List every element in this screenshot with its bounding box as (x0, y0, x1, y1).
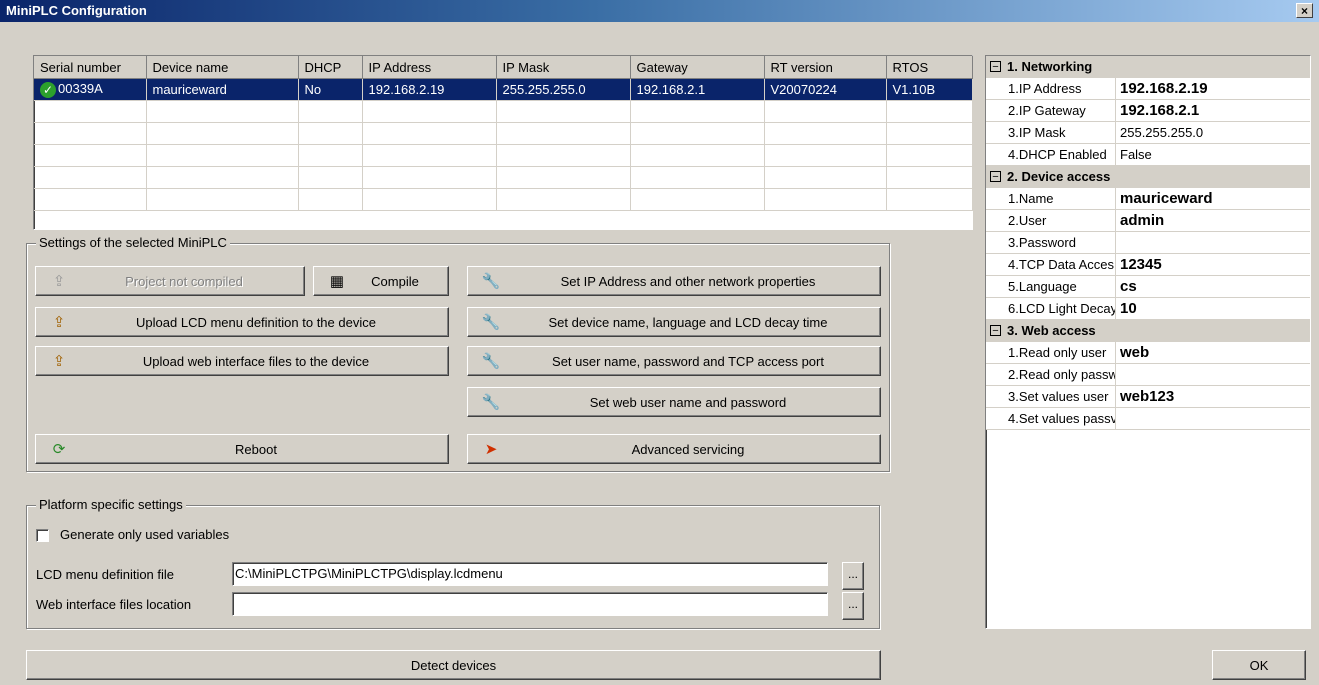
cell-dhcp: No (298, 78, 363, 101)
lcd-file-label: LCD menu definition file (36, 567, 175, 582)
serial-value: 00339A (58, 81, 103, 97)
prop-lcd-decay[interactable]: 6.LCD Light Decay 10 (986, 298, 1310, 320)
col-ip-address[interactable]: IP Address (362, 56, 497, 79)
lcd-file-input[interactable]: C:\MiniPLCTPG\MiniPLCTPG\display.lcdmenu (232, 562, 828, 586)
advanced-servicing-button[interactable]: ➤ Advanced servicing (467, 434, 881, 464)
table-row (34, 100, 973, 123)
detect-devices-button[interactable]: Detect devices (26, 650, 881, 680)
advanced-icon: ➤ (484, 441, 498, 458)
cell-rtos: V1.10B (886, 78, 973, 101)
col-rtos[interactable]: RTOS (886, 56, 973, 79)
col-dhcp[interactable]: DHCP (298, 56, 363, 79)
prop-ro-user[interactable]: 1.Read only user web (986, 342, 1310, 364)
cell-rt: V20070224 (764, 78, 887, 101)
prop-sv-user[interactable]: 3.Set values user web123 (986, 386, 1310, 408)
upload-lcd-button[interactable]: ⇪ Upload LCD menu definition to the devi… (35, 307, 449, 337)
compile-button[interactable]: ▦ Compile (313, 266, 449, 296)
col-serial[interactable]: Serial number (34, 56, 147, 79)
wrench-icon: 🔧 (481, 314, 501, 331)
close-button[interactable]: × (1296, 3, 1313, 18)
category-web-access[interactable]: −3. Web access (986, 320, 1310, 342)
web-location-input[interactable] (232, 592, 828, 616)
cell-gateway: 192.168.2.1 (630, 78, 765, 101)
generate-used-checkbox[interactable] (36, 529, 49, 542)
web-browse-button[interactable]: ... (842, 592, 864, 620)
wrench-icon: 🔧 (481, 394, 501, 411)
settings-legend: Settings of the selected MiniPLC (36, 235, 230, 250)
prop-user[interactable]: 2.User admin (986, 210, 1310, 232)
upload-icon: ⇪ (52, 273, 66, 290)
prop-sv-password[interactable]: 4.Set values passv (986, 408, 1310, 430)
upload-icon: ⇪ (52, 353, 66, 370)
check-ok-icon: ✓ (40, 81, 56, 98)
table-header: Serial number Device name DHCP IP Addres… (34, 56, 973, 79)
cell-device-name: mauriceward (146, 78, 299, 101)
compile-icon: ▦ (329, 273, 345, 290)
cell-serial: ✓ 00339A (34, 78, 147, 101)
wrench-icon: 🔧 (481, 273, 501, 290)
prop-ro-password[interactable]: 2.Read only passw (986, 364, 1310, 386)
table-row (34, 122, 973, 145)
project-not-compiled-button: ⇪ Project not compiled (35, 266, 305, 296)
table-row[interactable]: ✓ 00339A mauriceward No 192.168.2.19 255.… (34, 78, 973, 101)
table-row (34, 166, 973, 189)
col-rt-version[interactable]: RT version (764, 56, 887, 79)
set-user-button[interactable]: 🔧 Set user name, password and TCP access… (467, 346, 881, 376)
prop-ip-mask[interactable]: 3.IP Mask 255.255.255.0 (986, 122, 1310, 144)
set-device-name-button[interactable]: 🔧 Set device name, language and LCD deca… (467, 307, 881, 337)
upload-icon: ⇪ (52, 314, 66, 331)
set-web-user-button[interactable]: 🔧 Set web user name and password (467, 387, 881, 417)
prop-password[interactable]: 3.Password (986, 232, 1310, 254)
col-ip-mask[interactable]: IP Mask (496, 56, 631, 79)
generate-used-label: Generate only used variables (60, 527, 230, 542)
collapse-icon[interactable]: − (990, 171, 1001, 183)
reboot-icon: ⟳ (52, 441, 66, 458)
config-window: MiniPLC Configuration × Serial number De… (0, 0, 1319, 685)
table-row (34, 188, 973, 211)
prop-dhcp[interactable]: 4.DHCP Enabled False (986, 144, 1310, 166)
category-networking[interactable]: −1. Networking (986, 56, 1310, 78)
col-gateway[interactable]: Gateway (630, 56, 765, 79)
property-grid[interactable]: −1. Networking 1.IP Address 192.168.2.19 … (985, 55, 1311, 629)
table-row (34, 144, 973, 167)
lcd-browse-button[interactable]: ... (842, 562, 864, 590)
wrench-icon: 🔧 (481, 353, 501, 370)
col-device-name[interactable]: Device name (146, 56, 299, 79)
prop-tcp-port[interactable]: 4.TCP Data Acces 12345 (986, 254, 1310, 276)
set-ip-button[interactable]: 🔧 Set IP Address and other network prope… (467, 266, 881, 296)
collapse-icon[interactable]: − (990, 61, 1001, 73)
category-device-access[interactable]: −2. Device access (986, 166, 1310, 188)
collapse-icon[interactable]: − (990, 325, 1001, 337)
window-title: MiniPLC Configuration (6, 3, 147, 18)
title-bar: MiniPLC Configuration × (0, 0, 1319, 22)
device-table[interactable]: Serial number Device name DHCP IP Addres… (33, 55, 973, 230)
ok-button[interactable]: OK (1212, 650, 1306, 680)
reboot-button[interactable]: ⟳ Reboot (35, 434, 449, 464)
prop-name[interactable]: 1.Name mauriceward (986, 188, 1310, 210)
prop-language[interactable]: 5.Language cs (986, 276, 1310, 298)
platform-legend: Platform specific settings (36, 497, 186, 512)
upload-web-button[interactable]: ⇪ Upload web interface files to the devi… (35, 346, 449, 376)
prop-ip-gateway[interactable]: 2.IP Gateway 192.168.2.1 (986, 100, 1310, 122)
cell-ip: 192.168.2.19 (362, 78, 497, 101)
cell-mask: 255.255.255.0 (496, 78, 631, 101)
web-location-label: Web interface files location (36, 597, 192, 612)
prop-ip-address[interactable]: 1.IP Address 192.168.2.19 (986, 78, 1310, 100)
